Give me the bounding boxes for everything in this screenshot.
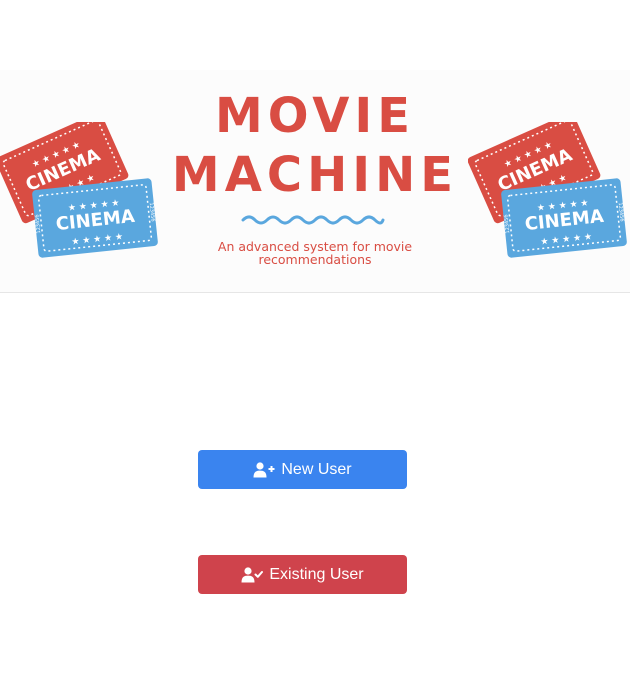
new-user-button[interactable]: New User	[198, 450, 407, 489]
existing-user-label: Existing User	[269, 565, 364, 583]
user-check-icon	[241, 566, 264, 582]
wave-divider	[241, 215, 385, 225]
user-plus-icon	[253, 461, 275, 477]
header-banner: ★ ★ ★ ★ ★ CINEMA ★ ★ ★ ★ ★ ★ ★ ★ ★ ★ CIN…	[0, 70, 630, 293]
app-tagline: An advanced system for movie recommendat…	[217, 239, 413, 267]
app-title-line-1: MOVIE	[214, 88, 416, 144]
cinema-tickets-left-logo: ★ ★ ★ ★ ★ CINEMA ★ ★ ★ ★ ★ ★ ★ ★ ★ ★ CIN…	[0, 122, 158, 258]
cinema-tickets-right-logo: ★ ★ ★ ★ ★ CINEMA ★ ★ ★ ★ ★ ★ ★ ★ ★ ★ CIN…	[468, 122, 627, 258]
app-title-line-2: MACHINE	[171, 147, 459, 203]
new-user-label: New User	[281, 460, 352, 478]
existing-user-button[interactable]: Existing User	[198, 555, 407, 594]
